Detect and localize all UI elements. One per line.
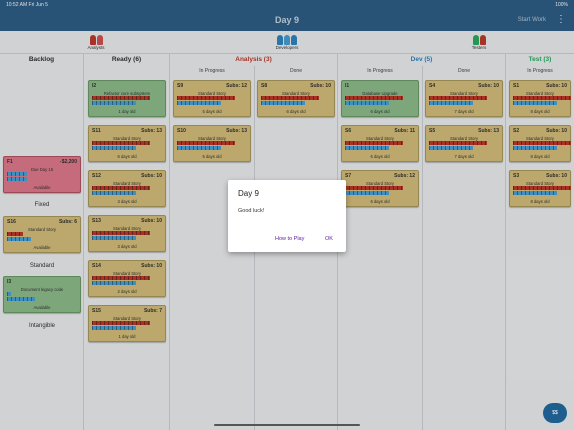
home-indicator[interactable] bbox=[214, 424, 360, 426]
dialog-title: Day 9 bbox=[238, 189, 259, 198]
ok-button[interactable]: OK bbox=[325, 236, 333, 242]
day-dialog: Day 9 Good luck! How to Play OK bbox=[228, 180, 346, 252]
how-to-play-button[interactable]: How to Play bbox=[275, 236, 304, 242]
dialog-message: Good luck! bbox=[238, 208, 265, 214]
finance-fab-button[interactable]: $$ bbox=[543, 403, 567, 423]
